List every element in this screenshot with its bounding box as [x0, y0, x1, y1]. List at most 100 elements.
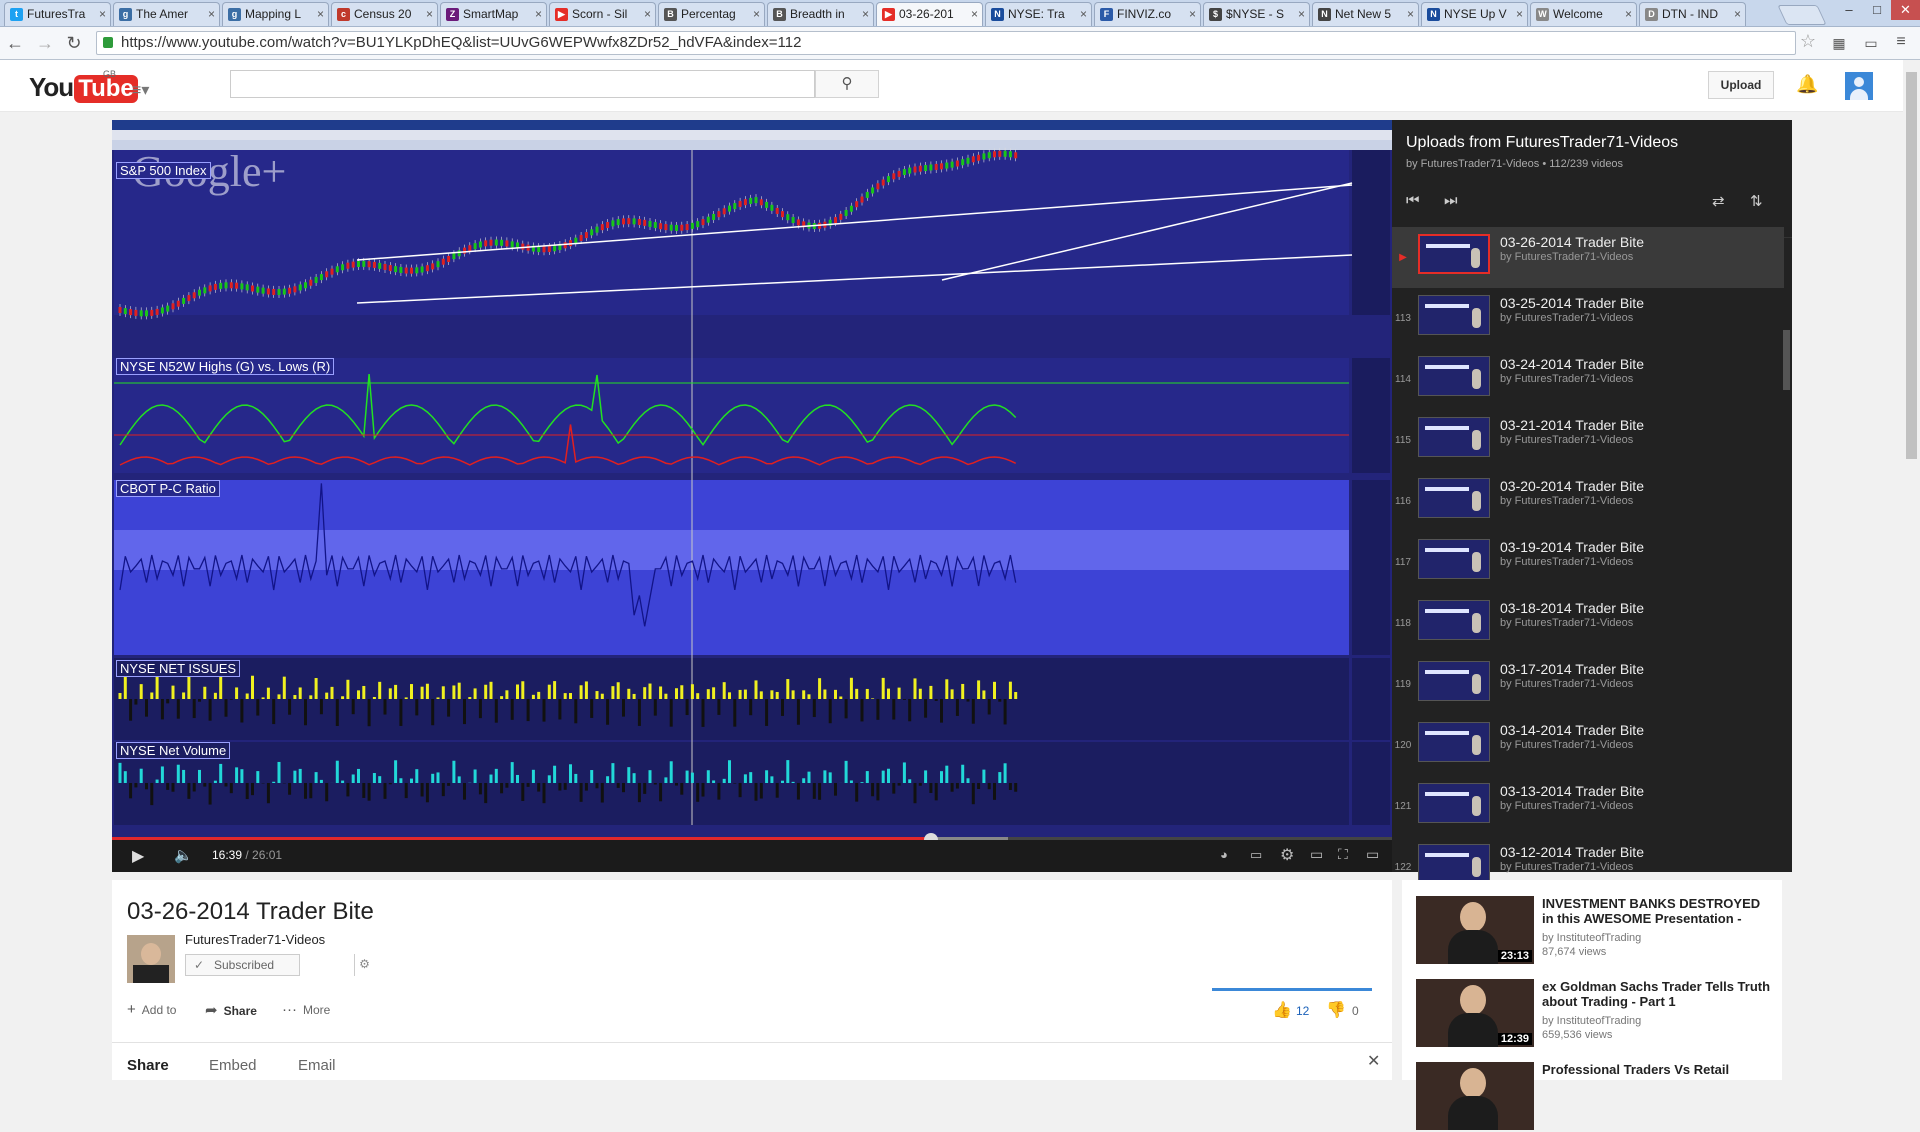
back-arrow-icon[interactable]: ←: [4, 33, 26, 54]
address-bar[interactable]: https://www.youtube.com/watch?v=BU1YLKpD…: [96, 31, 1796, 55]
browser-tab[interactable]: gMapping L×: [222, 2, 329, 26]
tab-close-icon[interactable]: ×: [426, 3, 433, 25]
browser-tab[interactable]: ▶03-26-201×: [876, 2, 983, 26]
browser-tab[interactable]: ▶Scorn - Sil×: [549, 2, 656, 26]
playlist-item[interactable]: 11803-18-2014 Trader Biteby FuturesTrade…: [1392, 593, 1784, 654]
tab-close-icon[interactable]: ×: [971, 3, 978, 25]
browser-tab[interactable]: FFINVIZ.co×: [1094, 2, 1201, 26]
browser-tab[interactable]: DDTN - IND×: [1639, 2, 1746, 26]
page-scrollbar-thumb[interactable]: [1906, 72, 1917, 459]
subscription-settings-icon[interactable]: ⚙: [354, 954, 374, 976]
playlist-item[interactable]: 11403-24-2014 Trader Biteby FuturesTrade…: [1392, 349, 1784, 410]
playlist-item-thumbnail[interactable]: [1418, 600, 1490, 640]
shuffle-icon[interactable]: ⇅: [1750, 192, 1763, 210]
close-window-button[interactable]: ✕: [1891, 0, 1920, 20]
playlist-item[interactable]: 11303-25-2014 Trader Biteby FuturesTrade…: [1392, 288, 1784, 349]
browser-tab[interactable]: tFuturesTra×: [4, 2, 111, 26]
playlist-item[interactable]: 11603-20-2014 Trader Biteby FuturesTrade…: [1392, 471, 1784, 532]
browser-tab[interactable]: ZSmartMap×: [440, 2, 547, 26]
related-video-thumbnail[interactable]: 23:13: [1416, 896, 1534, 964]
search-button[interactable]: ⚲: [815, 70, 879, 98]
channel-name[interactable]: FuturesTrader71-Videos: [185, 932, 325, 947]
bookmark-star-icon[interactable]: ☆: [1797, 31, 1819, 52]
browser-tab[interactable]: NNet New 5×: [1312, 2, 1419, 26]
reload-icon[interactable]: ↻: [63, 33, 85, 54]
subscribed-button[interactable]: ✓ Subscribed ⚙: [185, 954, 300, 976]
playlist-item-thumbnail[interactable]: [1418, 783, 1490, 823]
playlist-item-thumbnail[interactable]: [1418, 356, 1490, 396]
fullscreen-icon[interactable]: ⛶: [1338, 846, 1348, 863]
tab-close-icon[interactable]: ×: [317, 3, 324, 25]
playlist-item-thumbnail[interactable]: [1418, 661, 1490, 701]
loop-icon[interactable]: ⇄: [1712, 192, 1725, 210]
thumbs-up-icon[interactable]: 👍: [1272, 1000, 1292, 1020]
add-to-button[interactable]: +Add to: [127, 1001, 176, 1018]
maximize-window-button[interactable]: □: [1863, 0, 1891, 20]
playlist-item-thumbnail[interactable]: [1418, 295, 1490, 335]
channel-avatar[interactable]: [127, 935, 175, 983]
playlist-item[interactable]: 12103-13-2014 Trader Biteby FuturesTrade…: [1392, 776, 1784, 837]
browser-tab[interactable]: WWelcome×: [1530, 2, 1637, 26]
playlist-item-thumbnail[interactable]: [1418, 417, 1490, 457]
tab-close-icon[interactable]: ×: [644, 3, 651, 25]
browser-tab[interactable]: NNYSE: Tra×: [985, 2, 1092, 26]
related-video[interactable]: Professional Traders Vs Retail: [1416, 1062, 1776, 1132]
tab-share[interactable]: Share: [127, 1057, 169, 1074]
playlist-item[interactable]: ▶03-26-2014 Trader Biteby FuturesTrader7…: [1392, 227, 1784, 288]
upload-button[interactable]: Upload: [1708, 71, 1774, 99]
close-icon[interactable]: ✕: [1367, 1051, 1380, 1071]
volume-icon[interactable]: 🔈: [174, 846, 193, 864]
related-video[interactable]: 12:39ex Goldman Sachs Trader Tells Truth…: [1416, 979, 1776, 1049]
playlist-item-thumbnail[interactable]: [1418, 539, 1490, 579]
browser-tab[interactable]: $$NYSE - S×: [1203, 2, 1310, 26]
playlist-item-thumbnail[interactable]: [1418, 478, 1490, 518]
tab-close-icon[interactable]: ×: [1189, 3, 1196, 25]
tab-close-icon[interactable]: ×: [1080, 3, 1087, 25]
tab-close-icon[interactable]: ×: [208, 3, 215, 25]
browser-tab[interactable]: cCensus 20×: [331, 2, 438, 26]
playlist-item[interactable]: 11503-21-2014 Trader Biteby FuturesTrade…: [1392, 410, 1784, 471]
guide-menu-icon[interactable]: ≡▾: [132, 80, 149, 100]
new-tab-button[interactable]: [1777, 5, 1826, 25]
playlist-item-thumbnail[interactable]: [1418, 722, 1490, 762]
forward-arrow-icon[interactable]: →: [34, 33, 56, 54]
tab-close-icon[interactable]: ×: [1625, 3, 1632, 25]
next-icon[interactable]: ⏭: [1444, 192, 1458, 209]
theater-mode-icon[interactable]: ▭: [1366, 846, 1379, 863]
tab-close-icon[interactable]: ×: [99, 3, 106, 25]
annotations-icon[interactable]: ◕: [1220, 847, 1228, 862]
playlist-item[interactable]: 11703-19-2014 Trader Biteby FuturesTrade…: [1392, 532, 1784, 593]
more-button[interactable]: ···More: [282, 1001, 330, 1018]
thumbs-down-icon[interactable]: 👎: [1326, 1000, 1346, 1020]
extension-icon[interactable]: ▦: [1828, 35, 1850, 52]
browser-tab[interactable]: gThe Amer×: [113, 2, 220, 26]
search-input[interactable]: [230, 70, 815, 98]
minimize-window-button[interactable]: –: [1835, 0, 1863, 20]
previous-icon[interactable]: ⏮: [1406, 192, 1420, 209]
tab-close-icon[interactable]: ×: [1516, 3, 1523, 25]
playlist-title[interactable]: Uploads from FuturesTrader71-Videos: [1406, 134, 1792, 152]
settings-gear-icon[interactable]: ⚙: [1280, 845, 1294, 865]
browser-tab[interactable]: NNYSE Up V×: [1421, 2, 1528, 26]
playlist-item-thumbnail[interactable]: [1418, 234, 1490, 274]
tab-email[interactable]: Email: [298, 1057, 336, 1074]
user-avatar[interactable]: [1845, 72, 1873, 100]
tab-close-icon[interactable]: ×: [862, 3, 869, 25]
menu-icon[interactable]: ≡: [1890, 33, 1912, 51]
playlist-scrollbar[interactable]: [1783, 330, 1790, 390]
cast-icon[interactable]: ▭: [1860, 35, 1882, 52]
related-video-thumbnail[interactable]: 12:39: [1416, 979, 1534, 1047]
tab-close-icon[interactable]: ×: [1734, 3, 1741, 25]
captions-icon[interactable]: ▭: [1250, 847, 1262, 863]
playlist-item[interactable]: 12003-14-2014 Trader Biteby FuturesTrade…: [1392, 715, 1784, 776]
share-button[interactable]: ➦Share: [205, 1001, 257, 1019]
tab-close-icon[interactable]: ×: [535, 3, 542, 25]
tab-embed[interactable]: Embed: [209, 1057, 257, 1074]
youtube-logo[interactable]: YouTube GB: [29, 72, 138, 100]
related-video[interactable]: 23:13INVESTMENT BANKS DESTROYED in this …: [1416, 896, 1776, 966]
tab-close-icon[interactable]: ×: [1298, 3, 1305, 25]
notification-bell-icon[interactable]: 🔔: [1796, 74, 1818, 95]
browser-tab[interactable]: BPercentag×: [658, 2, 765, 26]
video-player[interactable]: Google+ S&P 500 Index NYSE N52W Highs (G…: [112, 120, 1392, 872]
playlist-item-thumbnail[interactable]: [1418, 844, 1490, 884]
